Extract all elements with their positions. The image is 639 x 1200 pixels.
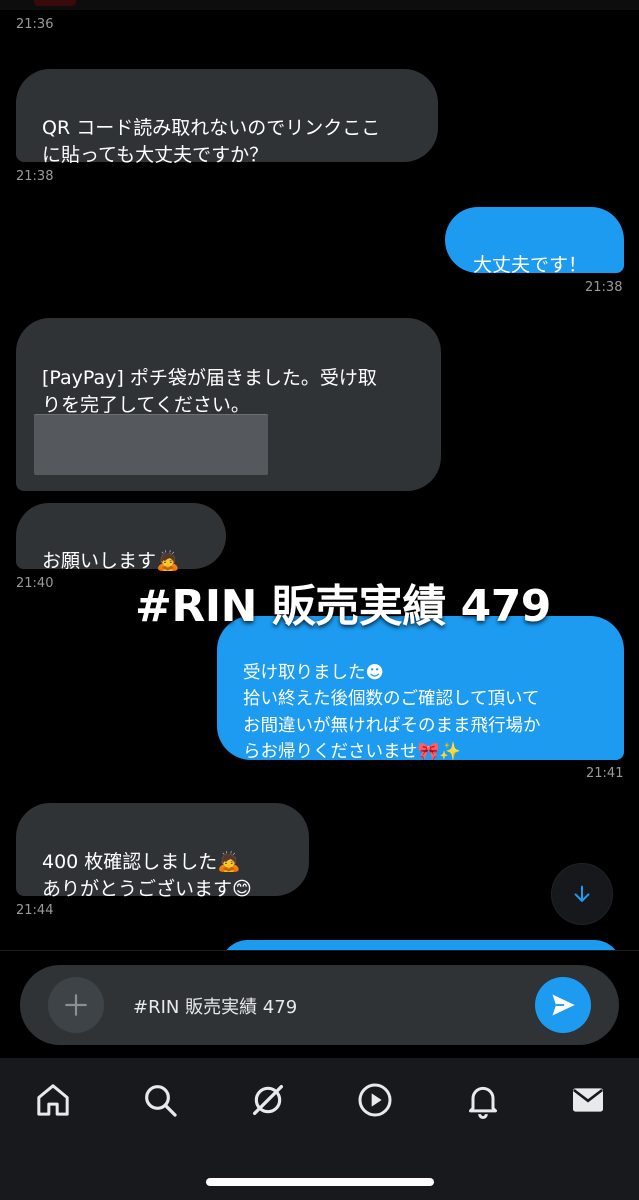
message-timestamp: 21:40 xyxy=(16,576,54,591)
home-indicator xyxy=(206,1178,434,1186)
message-bubble-received[interactable]: QR コード読み取れないのでリンクここ に貼っても大丈夫ですか？ xyxy=(16,69,438,166)
message-timestamp: 21:36 xyxy=(16,17,54,32)
send-icon xyxy=(552,994,575,1016)
plus-icon xyxy=(65,994,87,1016)
tab-grok[interactable] xyxy=(246,1078,290,1122)
message-bubble-received[interactable]: 400 枚確認しました🙇 ありがとうございます😊 xyxy=(16,803,309,900)
overlay-title: #RIN 販売実績 479 xyxy=(135,581,551,632)
message-timestamp: 21:44 xyxy=(16,903,54,918)
message-timestamp: 21:38 xyxy=(16,169,54,184)
message-composer[interactable] xyxy=(20,965,619,1045)
mail-icon xyxy=(573,1088,603,1112)
message-text: QR コード読み取れないのでリンクここ に貼っても大丈夫ですか？ xyxy=(42,117,381,166)
message-bubble-sent[interactable]: 受け取りました☻ 拾い終えた後個数のご確認して頂いて お間違いが無ければそのまま… xyxy=(217,616,624,763)
paypay-link-card[interactable] xyxy=(34,414,268,475)
tab-video[interactable] xyxy=(353,1078,397,1122)
message-bubble-received[interactable]: お願いします🙇 xyxy=(16,503,226,572)
message-text: [PayPay] ポチ袋が届きました。受け取 りを完了してください。 xyxy=(42,367,377,416)
tab-search[interactable] xyxy=(138,1078,182,1122)
home-icon xyxy=(37,1084,69,1116)
message-input[interactable]: #RIN 販売実績 479 xyxy=(133,993,297,1019)
message-text: 大丈夫です！ xyxy=(473,254,588,276)
message-text: 受け取りました☻ 拾い終えた後個数のご確認して頂いて お間違いが無ければそのまま… xyxy=(243,662,541,763)
bell-icon xyxy=(469,1086,497,1119)
search-icon xyxy=(145,1085,177,1117)
tab-notifications[interactable] xyxy=(461,1078,505,1122)
top-strip xyxy=(0,0,639,10)
message-text: お願いします🙇 xyxy=(42,550,180,572)
add-media-button[interactable] xyxy=(48,977,104,1033)
message-text: 400 枚確認しました🙇 ありがとうございます😊 xyxy=(42,851,252,900)
tab-messages[interactable] xyxy=(566,1078,610,1122)
arrow-down-icon xyxy=(574,885,590,902)
message-bubble-sent[interactable]: 大丈夫です！ xyxy=(445,207,624,276)
play-icon xyxy=(358,1083,392,1117)
scroll-down-button[interactable] xyxy=(551,863,613,925)
grok-icon xyxy=(253,1085,283,1115)
status-mark xyxy=(34,0,76,6)
message-timestamp: 21:41 xyxy=(586,766,624,781)
send-button[interactable] xyxy=(535,977,591,1033)
tab-home[interactable] xyxy=(31,1078,75,1122)
message-timestamp: 21:38 xyxy=(585,280,623,295)
